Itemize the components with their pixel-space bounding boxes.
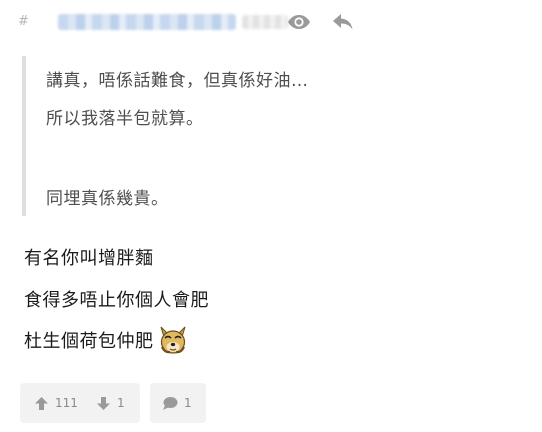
blurred-username [58, 14, 236, 30]
body-line: 有名你叫增胖麵 [24, 248, 154, 269]
comment-count: 1 [184, 396, 192, 410]
quoted-reply: 講真，唔係話難食，但真係好油… 所以我落半包就算。 同埋真係幾貴。 [22, 56, 506, 216]
thumbs-down-icon [97, 396, 110, 410]
view-button[interactable] [286, 10, 312, 34]
body-line: 杜生個荷包仲肥 [24, 322, 190, 358]
eye-icon [288, 15, 310, 29]
downvote-button[interactable]: 1 [96, 383, 125, 423]
blurred-timestamp [242, 15, 288, 29]
vote-group: 111 1 [20, 383, 140, 423]
upvote-count: 111 [55, 396, 78, 410]
comment-bubble-icon [163, 396, 178, 410]
downvote-count: 1 [117, 396, 125, 410]
thumbs-up-icon [35, 396, 48, 410]
dog-face-emoji [156, 323, 190, 357]
comment-button[interactable]: 1 [162, 383, 192, 423]
reply-button[interactable] [330, 10, 356, 34]
reply-icon [333, 14, 353, 30]
quote-line: 所以我落半包就算。 [46, 109, 204, 129]
body-line: 食得多唔止你個人會肥 [24, 290, 209, 311]
hash-prefix: # [18, 14, 29, 29]
comment-group: 1 [150, 383, 206, 423]
comment-header: # [18, 8, 538, 36]
quote-line: 同埋真係幾貴。 [46, 189, 169, 209]
quote-line: 講真，唔係話難食，但真係好油… [46, 71, 309, 91]
upvote-button[interactable]: 111 [34, 383, 78, 423]
comment-card: # 講真，唔係話難食，但真係好油… 所以我落半包就算。 同埋真係幾貴。 有名你叫… [0, 0, 542, 432]
